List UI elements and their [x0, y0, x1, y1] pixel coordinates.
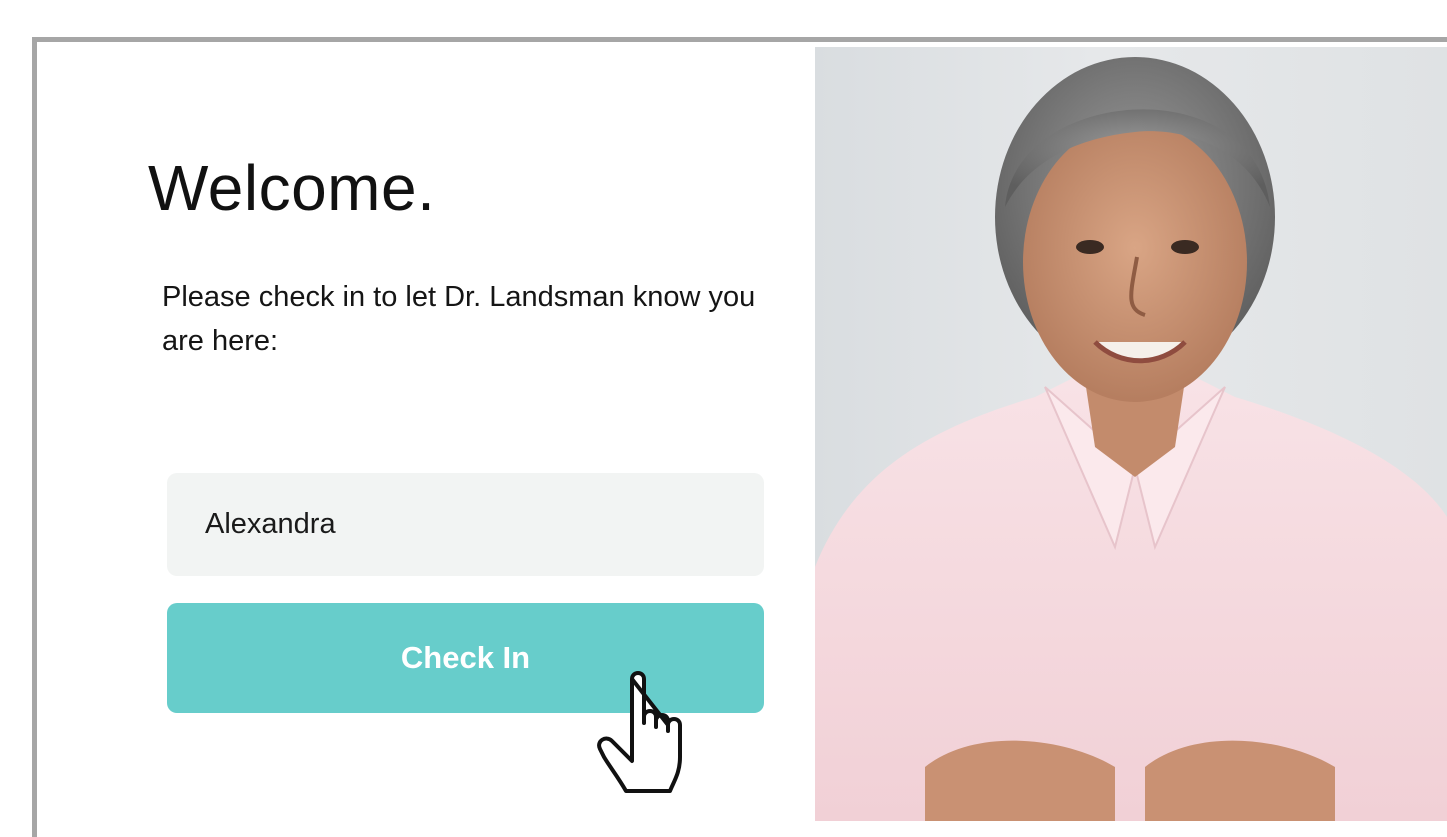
check-in-instructions: Please check in to let Dr. Landsman know… [162, 281, 756, 357]
check-in-button-label: Check In [400, 640, 531, 675]
page-title: Welcome. [148, 152, 436, 224]
hand-pointer-icon [596, 665, 706, 800]
name-input[interactable] [167, 473, 764, 576]
patient-photo [815, 47, 1447, 821]
